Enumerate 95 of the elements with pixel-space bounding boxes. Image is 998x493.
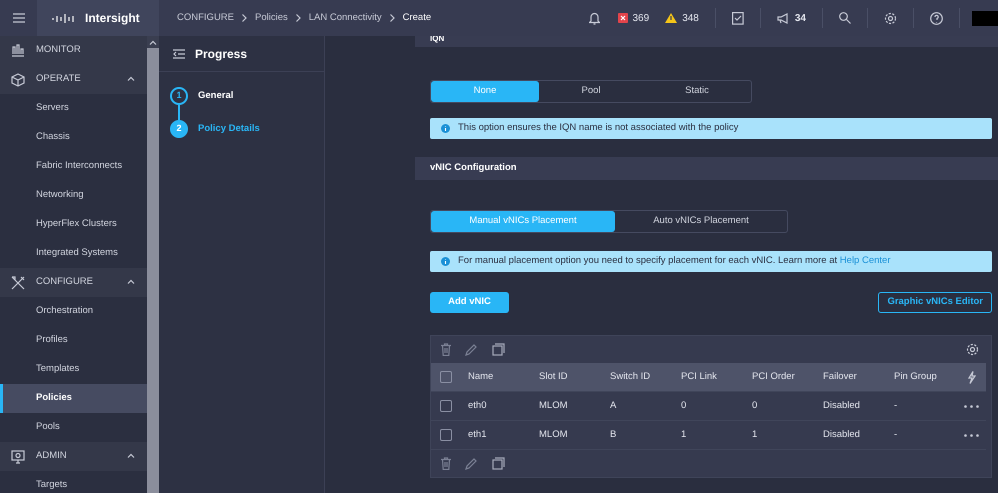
more-options-icon[interactable] — [964, 404, 979, 408]
nav-item[interactable]: Chassis — [0, 123, 147, 152]
chevron-right-icon — [242, 14, 247, 22]
nav-item[interactable]: Servers — [0, 94, 147, 123]
lightning-icon[interactable] — [967, 370, 976, 384]
segment-tab[interactable]: Pool — [539, 81, 643, 102]
chevron-right-icon — [296, 14, 301, 22]
table-cell: MLOM — [531, 392, 602, 421]
nav-item[interactable]: Policies — [0, 384, 147, 413]
warning-count[interactable]: 348 — [682, 10, 699, 26]
nav-item[interactable]: Profiles — [0, 326, 147, 355]
table-cell: eth0 — [460, 392, 531, 421]
copy-icon[interactable] — [492, 343, 505, 356]
brand-name: Intersight — [85, 10, 140, 27]
monitor-gear-icon — [11, 450, 25, 464]
table-cell: - — [886, 392, 957, 421]
column-header[interactable]: PCI Link — [673, 363, 744, 392]
nav-section[interactable]: ADMIN — [0, 442, 147, 471]
column-header[interactable]: Failover — [815, 363, 886, 392]
table-cell: Disabled — [815, 392, 886, 421]
critical-alarm-icon — [618, 13, 628, 23]
column-header[interactable]: Slot ID — [531, 363, 602, 392]
collapse-list-icon[interactable] — [173, 48, 185, 58]
search-icon[interactable] — [839, 12, 851, 24]
table-cell: 1 — [744, 421, 815, 450]
chevron-up-icon[interactable] — [149, 40, 157, 44]
table-cell: 0 — [673, 392, 744, 421]
nav-item[interactable]: HyperFlex Clusters — [0, 210, 147, 239]
copy-icon[interactable] — [492, 457, 505, 470]
nav-item[interactable]: Networking — [0, 181, 147, 210]
megaphone-icon[interactable] — [776, 12, 790, 24]
pencil-icon[interactable] — [465, 457, 478, 470]
section-title: vNIC Configuration — [430, 161, 517, 176]
nav-section[interactable]: OPERATE — [0, 65, 147, 94]
nav-section[interactable]: CONFIGURE — [0, 268, 147, 297]
segment-tab[interactable]: Auto vNICs Placement — [615, 211, 787, 232]
breadcrumb[interactable]: CONFIGURE — [177, 10, 234, 26]
segment-tab[interactable]: Static — [643, 81, 751, 102]
scrollbar[interactable] — [147, 36, 159, 493]
chevron-up-icon[interactable] — [127, 453, 135, 458]
table-cell: 0 — [744, 392, 815, 421]
info-icon — [441, 257, 450, 266]
info-text: For manual placement option you need to specify placement for each vNIC. Learn more at Help Center — [458, 254, 890, 268]
bar-chart-icon — [11, 44, 25, 57]
help-icon[interactable] — [930, 12, 943, 24]
pencil-icon[interactable] — [465, 343, 478, 356]
table-cell: MLOM — [531, 421, 602, 450]
breadcrumb[interactable]: Policies — [255, 10, 288, 26]
table-cell: Disabled — [815, 421, 886, 450]
redaction-block — [972, 10, 998, 26]
chevron-up-icon[interactable] — [127, 279, 135, 284]
nav-item[interactable]: Fabric Interconnects — [0, 152, 147, 181]
more-options-icon[interactable] — [964, 434, 979, 436]
info-icon — [441, 124, 450, 133]
warning-icon — [665, 13, 678, 23]
select-all-checkbox[interactable] — [440, 371, 452, 383]
trash-icon[interactable] — [441, 343, 451, 356]
step-label[interactable]: General — [198, 88, 234, 104]
column-header[interactable]: PCI Order — [744, 363, 815, 392]
nav-item[interactable]: Orchestration — [0, 297, 147, 326]
column-header[interactable]: Switch ID — [602, 363, 673, 392]
step-number[interactable]: 1 — [170, 87, 188, 105]
nav-item[interactable]: Integrated Systems — [0, 239, 147, 268]
announcement-count[interactable]: 34 — [794, 10, 806, 26]
info-text: This option ensures the IQN name is not associated with the policy — [458, 121, 738, 136]
row-checkbox[interactable] — [440, 400, 452, 412]
bell-icon[interactable] — [588, 12, 600, 24]
tools-icon — [11, 276, 25, 290]
trash-icon[interactable] — [441, 457, 451, 470]
progress-title: Progress — [195, 46, 248, 62]
nav-item[interactable]: Targets — [0, 471, 147, 493]
breadcrumb: Create — [402, 10, 432, 25]
step-label[interactable]: Policy Details — [198, 122, 260, 136]
chevron-up-icon[interactable] — [127, 76, 135, 82]
nav-item[interactable]: Templates — [0, 355, 147, 384]
table-cell: A — [602, 392, 673, 421]
graphic-editor-button[interactable]: Graphic vNICs Editor — [878, 292, 992, 313]
column-header[interactable]: Name — [460, 363, 531, 392]
table-cell: 1 — [673, 421, 744, 450]
cube-icon — [11, 72, 25, 86]
table-settings-icon[interactable] — [966, 342, 979, 356]
menu-icon[interactable] — [12, 13, 24, 23]
table-cell: B — [602, 421, 673, 450]
table-cell: - — [886, 421, 957, 450]
checklist-icon[interactable] — [732, 12, 744, 24]
breadcrumb[interactable]: LAN Connectivity — [308, 10, 382, 26]
table-cell: eth1 — [460, 421, 531, 450]
row-checkbox[interactable] — [440, 429, 452, 441]
critical-count[interactable]: 369 — [632, 10, 650, 26]
cisco-logo-icon — [51, 14, 75, 22]
column-header[interactable]: Pin Group — [886, 363, 957, 392]
chevron-right-icon — [390, 14, 395, 22]
nav-section[interactable]: MONITOR — [0, 36, 147, 65]
nav-item[interactable]: Pools — [0, 413, 147, 442]
settings-icon[interactable] — [884, 12, 897, 24]
